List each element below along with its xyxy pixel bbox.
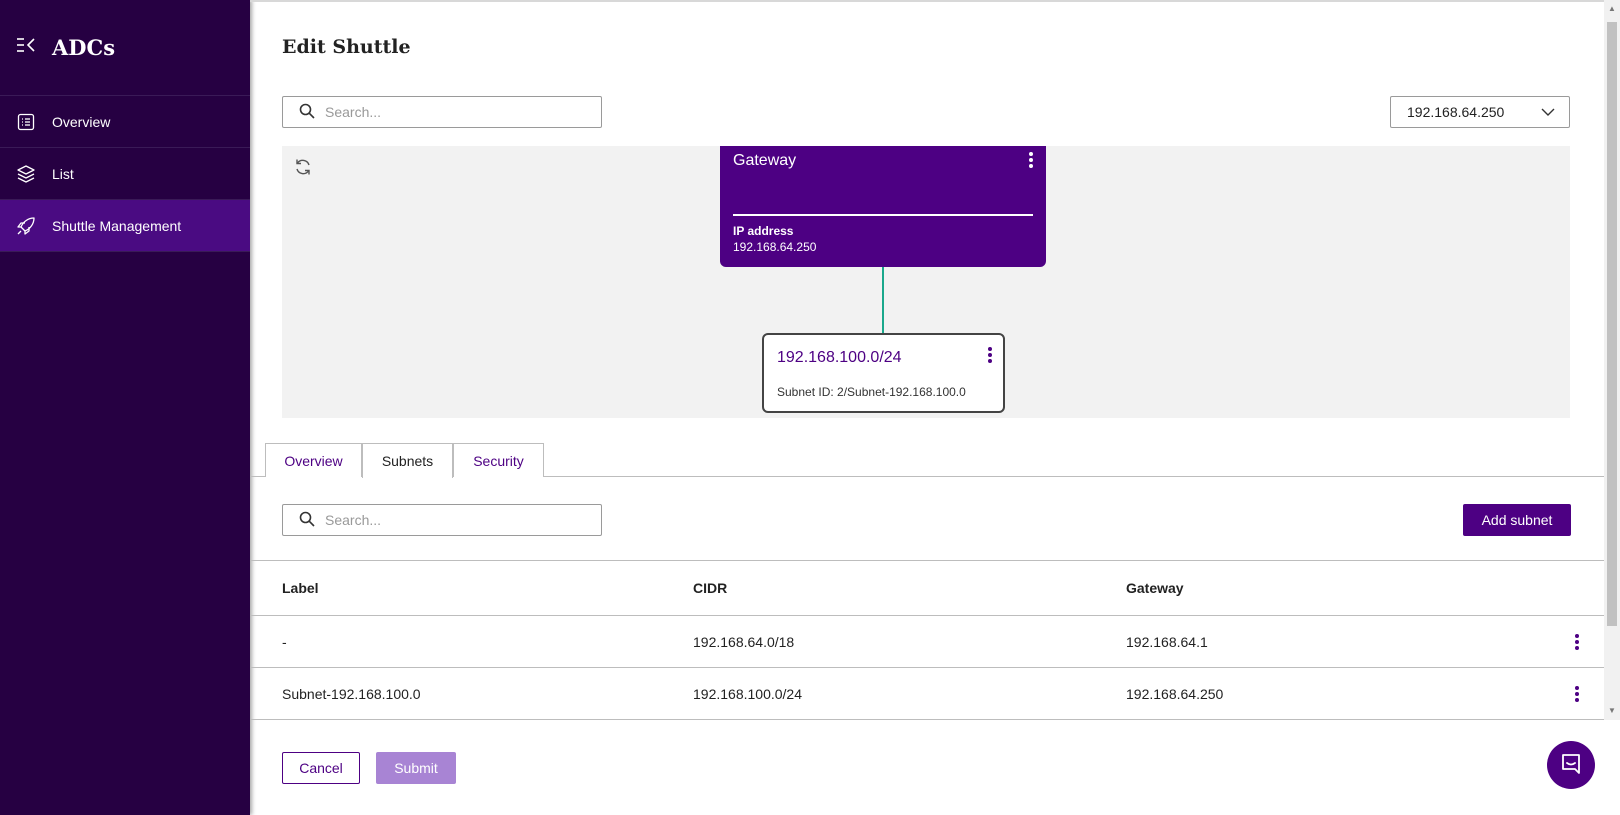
- search-placeholder: Search...: [325, 104, 382, 120]
- cancel-button[interactable]: Cancel: [282, 752, 360, 784]
- cell-label: -: [282, 633, 287, 650]
- chat-launcher-button[interactable]: [1547, 741, 1595, 789]
- subnet-search-input[interactable]: Search...: [282, 504, 602, 536]
- tab-subnets[interactable]: Subnets: [362, 443, 453, 478]
- column-header-label[interactable]: Label: [282, 561, 319, 615]
- tab-overview[interactable]: Overview: [265, 443, 362, 477]
- submit-button[interactable]: Submit: [376, 752, 456, 784]
- list-doc-icon: [16, 112, 36, 132]
- refresh-icon[interactable]: [294, 158, 312, 181]
- sidebar: ADCs Overview List Shuttle Management: [0, 0, 250, 815]
- sidebar-item-label: Shuttle Management: [52, 217, 182, 234]
- table-header-row: Label CIDR Gateway: [250, 560, 1604, 616]
- subnet-node-subtitle: Subnet ID: 2/Subnet-192.168.100.0: [777, 385, 966, 399]
- layers-icon: [16, 164, 36, 184]
- gateway-select[interactable]: 192.168.64.250: [1390, 96, 1570, 128]
- search-icon: [299, 103, 315, 122]
- gateway-node-divider: [733, 214, 1033, 216]
- sidebar-item-label: Overview: [52, 113, 111, 130]
- chevron-down-icon: [1541, 105, 1555, 122]
- tab-bar: Overview Subnets Security: [250, 443, 1604, 478]
- tab-security[interactable]: Security: [453, 443, 544, 477]
- collapse-sidebar-icon[interactable]: [16, 37, 38, 58]
- cell-gateway: 192.168.64.250: [1126, 685, 1224, 702]
- gateway-select-value: 192.168.64.250: [1407, 104, 1505, 120]
- page-title: Edit Shuttle: [282, 36, 411, 58]
- cell-label: Subnet-192.168.100.0: [282, 685, 421, 702]
- rocket-icon: [16, 216, 36, 236]
- more-vertical-icon[interactable]: [1574, 632, 1580, 655]
- sidebar-item-label: List: [52, 165, 74, 182]
- subnet-node-title: 192.168.100.0/24: [777, 349, 902, 366]
- table-row[interactable]: Subnet-192.168.100.0 192.168.100.0/24 19…: [250, 668, 1604, 720]
- scrollbar-thumb[interactable]: [1607, 22, 1617, 626]
- more-vertical-icon[interactable]: [1028, 150, 1034, 175]
- gateway-ip-value: 192.168.64.250: [733, 240, 817, 254]
- add-subnet-button[interactable]: Add subnet: [1463, 504, 1571, 536]
- chat-icon: [1559, 751, 1583, 780]
- top-divider: [250, 0, 1604, 2]
- main-content: Edit Shuttle Search... 192.168.64.250 Ga…: [250, 0, 1604, 815]
- column-header-cidr[interactable]: CIDR: [693, 561, 727, 615]
- column-header-gateway[interactable]: Gateway: [1126, 561, 1184, 615]
- sidebar-header: ADCs: [0, 0, 250, 96]
- subnets-table: Label CIDR Gateway - 192.168.64.0/18 192…: [250, 560, 1604, 720]
- sidebar-item-overview[interactable]: Overview: [0, 96, 250, 148]
- search-icon: [299, 511, 315, 530]
- search-placeholder: Search...: [325, 512, 382, 528]
- vertical-scrollbar[interactable]: ▲ ▼: [1604, 0, 1620, 720]
- subnet-node[interactable]: 192.168.100.0/24 Subnet ID: 2/Subnet-192…: [762, 333, 1005, 413]
- sidebar-item-shuttle-management[interactable]: Shuttle Management: [0, 200, 250, 252]
- gateway-ip-label: IP address: [733, 224, 794, 238]
- cell-cidr: 192.168.100.0/24: [693, 685, 802, 702]
- table-row[interactable]: - 192.168.64.0/18 192.168.64.1: [250, 616, 1604, 668]
- sidebar-item-list[interactable]: List: [0, 148, 250, 200]
- cell-cidr: 192.168.64.0/18: [693, 633, 795, 650]
- more-vertical-icon[interactable]: [987, 345, 993, 370]
- topology-search-input[interactable]: Search...: [282, 96, 602, 128]
- cell-gateway: 192.168.64.1: [1126, 633, 1208, 650]
- gateway-node-title: Gateway: [733, 152, 797, 169]
- scroll-down-icon[interactable]: ▼: [1608, 706, 1616, 715]
- node-connector: [882, 267, 884, 333]
- more-vertical-icon[interactable]: [1574, 684, 1580, 707]
- scroll-up-icon[interactable]: ▲: [1608, 4, 1616, 13]
- sidebar-title: ADCs: [52, 35, 116, 60]
- gateway-node[interactable]: Gateway IP address 192.168.64.250: [720, 146, 1046, 267]
- topology-diagram: Gateway IP address 192.168.64.250 192.16…: [282, 146, 1570, 418]
